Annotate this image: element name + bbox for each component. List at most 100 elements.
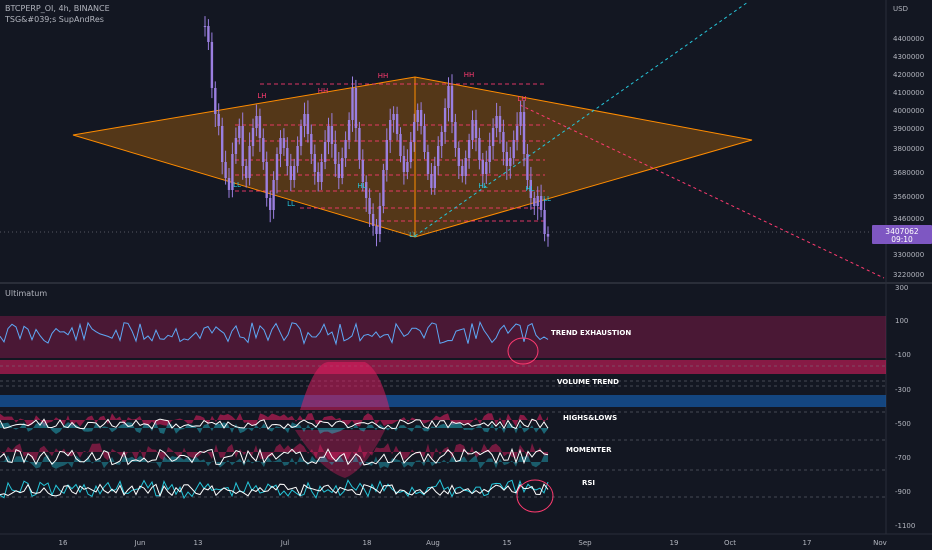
candle-body [478,138,481,160]
candle-body [327,126,330,142]
candle-body [248,146,251,178]
candle-body [306,114,310,134]
candle-body [303,114,306,126]
candle-body [450,86,454,122]
candle-body [313,154,316,172]
candle-body [413,122,416,142]
candle-body [488,146,491,162]
candle-body [378,206,382,234]
time-tick: 15 [503,539,512,547]
volume-trend-band-pink [0,360,886,374]
price-tick: 4400000 [893,35,924,43]
candle-body [546,234,550,237]
candle-body [344,140,347,158]
candle-body [361,160,364,182]
candle-body [351,88,354,120]
pivot-label: LH [257,92,266,100]
candle-body [282,138,286,148]
candle-body [426,152,430,174]
price-tick: 4200000 [893,71,924,79]
time-tick: Aug [426,539,440,547]
candle-body [269,198,272,210]
candle-body [210,42,214,88]
candle-body [533,198,536,206]
candle-body [423,126,426,152]
candle-body [491,128,495,146]
price-tick: 3220000 [893,271,924,279]
oscillator-tick: 100 [895,317,908,325]
candle-body [265,162,268,198]
candle-body [299,126,303,146]
oscillator-legend[interactable]: Ultimatum [5,289,47,298]
candle-body [258,116,262,138]
candle-body [437,146,440,166]
candle-body [354,88,358,128]
time-tick: Jul [280,539,290,547]
candle-body [203,26,207,27]
pivot-label: HL [478,182,487,190]
study-legend[interactable]: TSG&#039;s SupAndRes [5,14,104,25]
price-tick: 4000000 [893,107,924,115]
candle-body [224,162,227,178]
candle-body [371,214,375,226]
chart-svg: LH HH HH HH LH LL LL HL LL HL HL LL USD 4400000 430000… [0,0,932,547]
candle-body [461,166,464,176]
candle-body [317,172,320,182]
time-tick: Jun [134,539,146,547]
candle-body [234,138,238,154]
oscillator-tick: -700 [895,454,911,462]
candle-body [416,110,419,122]
section-label: TREND EXHAUSTION [551,329,631,337]
candle-body [385,140,388,170]
rsi-circle [516,479,554,513]
candle-body [433,166,436,188]
section-label: RSI [582,479,595,487]
candle-body [474,120,478,138]
time-tick: 16 [59,539,68,547]
section-label: VOLUME TREND [557,378,619,386]
candle-body [515,126,519,140]
candle-body [509,158,512,166]
oscillator-tick: -300 [895,386,911,394]
candle-body [519,112,522,126]
time-tick: 13 [194,539,203,547]
time-tick: Nov [873,539,887,547]
candle-body [409,142,412,162]
candle-body [512,140,515,158]
symbol-legend[interactable]: BTCPERP_OI, 4h, BINANCE [5,3,110,14]
currency-label: USD [893,5,908,13]
price-tick: 4100000 [893,89,924,97]
candle-body [323,142,327,162]
oscillator-tick: -100 [895,351,911,359]
candle-body [238,126,241,138]
price-tick: 3300000 [893,251,924,259]
candle-body [467,140,471,158]
section-label: MOMENTER [566,446,612,454]
candle-body [419,110,423,126]
candle-body [392,114,395,120]
candle-body [505,152,508,166]
candle-body [214,88,217,114]
price-tick: 3680000 [893,169,924,177]
trend-exhaustion-band [0,316,886,358]
candle-body [279,138,282,154]
candle-body [341,158,344,178]
candle-body [539,196,543,210]
candle-body [471,120,474,140]
candle-body [375,226,378,234]
candle-body [502,132,505,152]
pivot-label: HH [378,72,389,80]
oscillator-tick: 300 [895,284,908,292]
candle-body [485,162,488,174]
pivot-label: HL [525,185,534,193]
candle-body [543,210,546,234]
candle-body [347,120,351,140]
candle-body [320,162,323,182]
price-tick: 3900000 [893,125,924,133]
pivot-label: LL [409,231,417,239]
candle-body [275,154,279,180]
time-tick: 17 [803,539,812,547]
pivot-label: HH [464,71,475,79]
price-tick: 3460000 [893,215,924,223]
candle-body [310,134,313,154]
